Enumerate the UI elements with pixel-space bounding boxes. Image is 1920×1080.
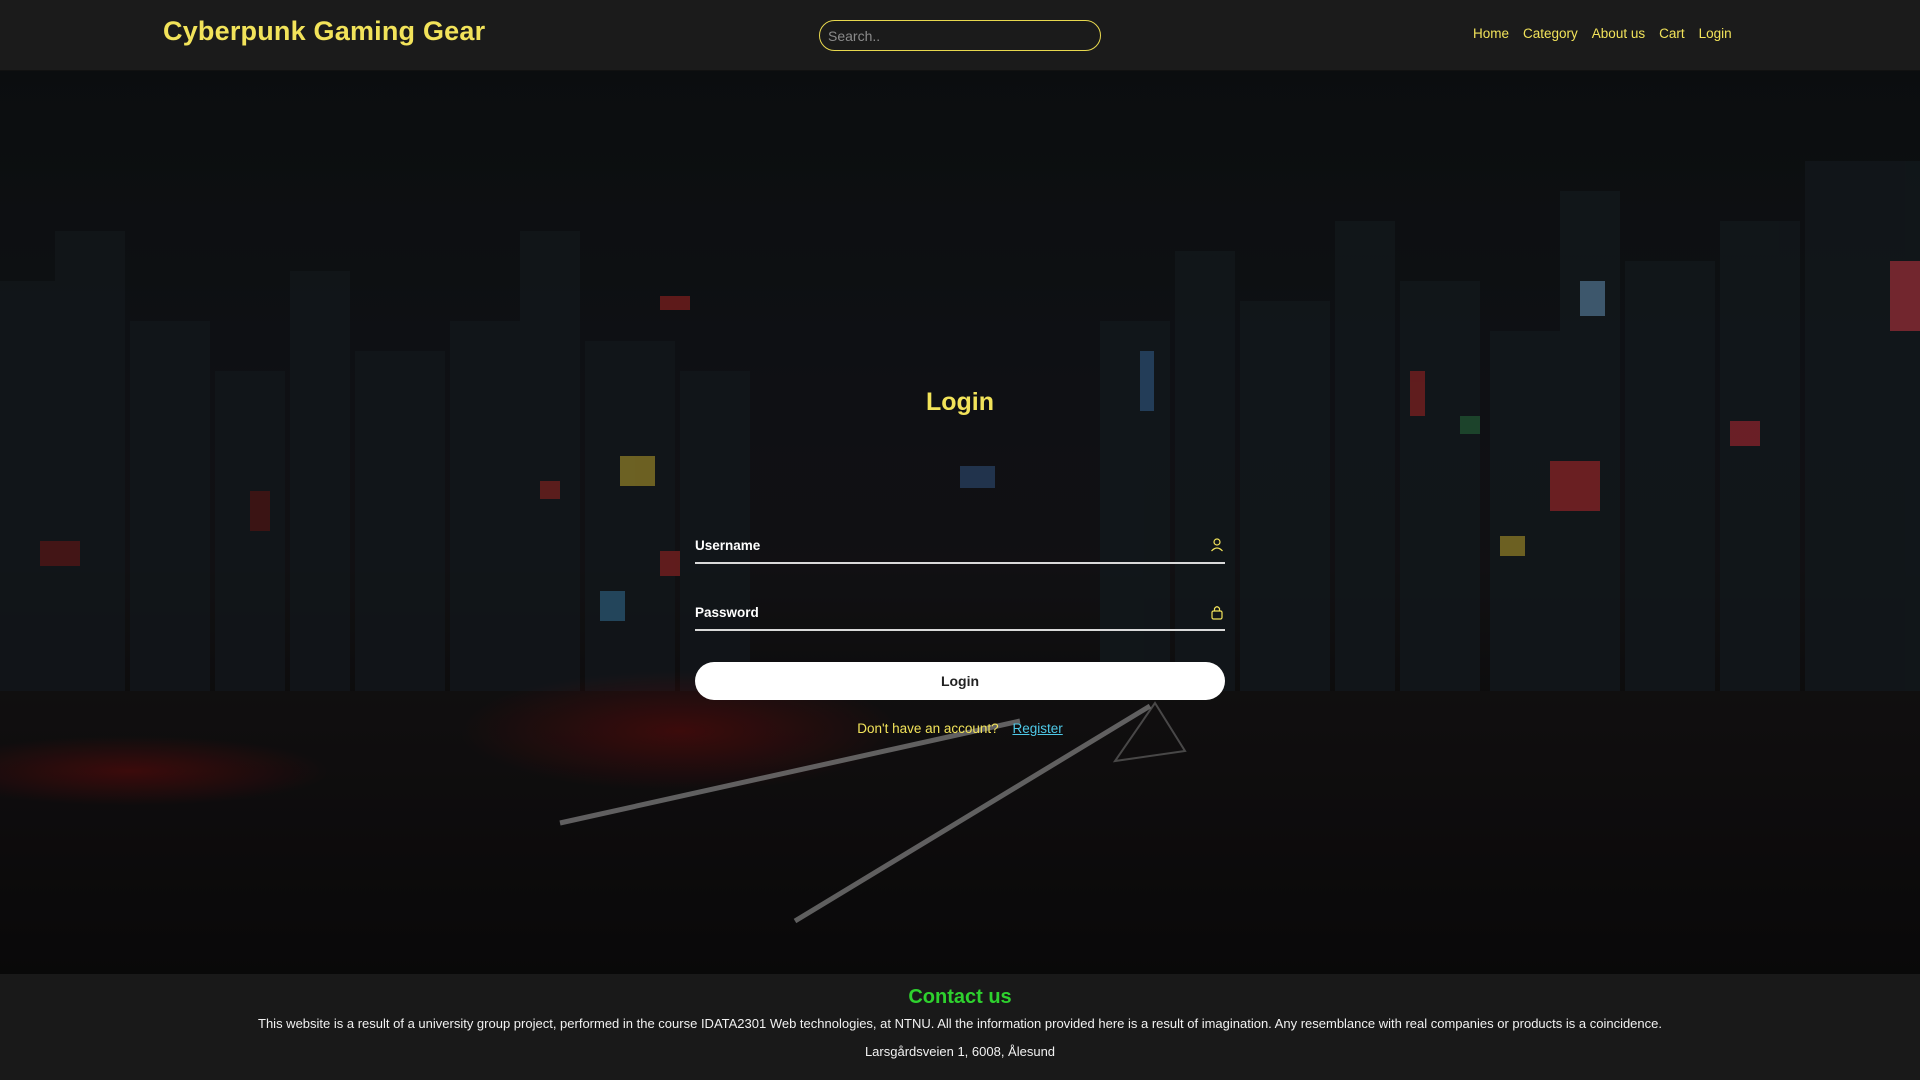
password-field[interactable]: Password xyxy=(695,597,1225,631)
nav-login[interactable]: Login xyxy=(1699,26,1732,41)
nav-home[interactable]: Home xyxy=(1473,26,1509,41)
footer-address: Larsgårdsveien 1, 6008, Ålesund xyxy=(864,1044,1056,1059)
user-icon xyxy=(1211,538,1223,552)
search-input[interactable] xyxy=(819,20,1101,51)
login-title: Login xyxy=(925,388,995,416)
nav-cart[interactable]: Cart xyxy=(1659,26,1685,41)
register-link[interactable]: Register xyxy=(1012,721,1062,736)
username-field[interactable]: Username xyxy=(695,530,1225,564)
footer-title: Contact us xyxy=(908,986,1012,1008)
register-row: Don't have an account? Register xyxy=(0,721,1920,736)
nav-about-us[interactable]: About us xyxy=(1592,26,1645,41)
register-prompt: Don't have an account? xyxy=(857,721,999,736)
nav-category[interactable]: Category xyxy=(1523,26,1578,41)
login-button[interactable]: Login xyxy=(695,662,1225,700)
main-nav: Home Category About us Cart Login xyxy=(1473,26,1732,41)
brand-logo[interactable]: Cyberpunk Gaming Gear xyxy=(163,16,485,47)
lock-icon xyxy=(1211,606,1223,620)
site-footer: Contact us This website is a result of a… xyxy=(0,974,1920,1080)
password-label: Password xyxy=(695,605,759,620)
footer-description: This website is a result of a university… xyxy=(258,1016,1662,1031)
site-header: Cyberpunk Gaming Gear Home Category Abou… xyxy=(0,0,1920,71)
hero-background: Login Username Password Login Don't have… xyxy=(0,71,1920,974)
username-label: Username xyxy=(695,538,761,553)
city-night-background xyxy=(0,71,1920,974)
